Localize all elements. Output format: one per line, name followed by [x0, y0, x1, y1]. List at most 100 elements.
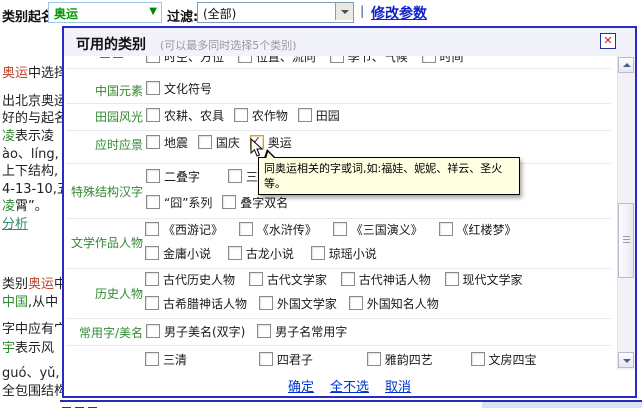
checkbox[interactable] — [367, 352, 381, 366]
category-option[interactable]: 古代文学家 — [249, 271, 327, 288]
category-option[interactable]: 季节、气候 — [330, 56, 408, 65]
scrollbar-track[interactable] — [617, 56, 635, 370]
category-option[interactable]: 外国知名人物 — [349, 295, 439, 312]
separator: | — [360, 4, 364, 18]
row-divider — [66, 218, 611, 219]
category-option[interactable]: 叠字双名 — [222, 194, 288, 211]
category-option[interactable]: 三清 — [145, 351, 187, 368]
row-label: 常用字/美名 — [64, 324, 143, 341]
background-text-line: 宇表示风 — [2, 337, 54, 356]
checkbox[interactable] — [259, 296, 273, 310]
edit-params-link[interactable]: 修改参数 — [371, 3, 427, 23]
category-option[interactable]: 时间 — [422, 56, 464, 65]
checkbox[interactable] — [349, 296, 363, 310]
background-link-text[interactable]: 分析 — [2, 213, 28, 232]
scrollbar-down-button[interactable] — [618, 352, 634, 368]
clipped-background-text — [62, 404, 101, 408]
category-option[interactable]: 地震 — [146, 134, 188, 151]
category-option[interactable]: 外国文学家 — [259, 295, 337, 312]
category-option[interactable]: 《西游记》 — [145, 221, 223, 238]
category-option[interactable]: “囧”系列 — [146, 194, 212, 211]
checkbox[interactable] — [228, 246, 242, 260]
checkbox[interactable] — [257, 324, 271, 338]
checkbox[interactable] — [145, 222, 159, 236]
background-text-line: 好的与起名 — [2, 107, 67, 126]
row-label: 文学作品人物 — [64, 234, 143, 251]
checkbox[interactable] — [333, 222, 347, 236]
close-icon[interactable] — [600, 33, 616, 49]
checkbox[interactable] — [145, 352, 159, 366]
checkbox[interactable] — [198, 135, 212, 149]
checkbox[interactable] — [146, 195, 160, 209]
checkbox[interactable] — [471, 352, 485, 366]
checkbox[interactable] — [445, 272, 459, 286]
category-option[interactable]: 《红楼梦》 — [439, 221, 517, 238]
checkbox[interactable] — [146, 135, 160, 149]
filter-select-value: (全部) — [203, 5, 236, 22]
checkbox[interactable] — [146, 108, 160, 122]
checkbox[interactable] — [145, 272, 159, 286]
available-categories-dialog: 可用的类别 (可以最多同时选择5个类别) 时空、方位 位置、流向 季节、气候 时… — [62, 26, 637, 398]
filter-label: 过滤: — [167, 6, 198, 25]
checkbox[interactable] — [222, 195, 236, 209]
category-option[interactable]: 现代文学家 — [445, 271, 523, 288]
ok-link[interactable]: 确定 — [288, 380, 314, 395]
row-divider — [66, 318, 611, 319]
checkbox[interactable] — [311, 246, 325, 260]
category-option[interactable]: 古龙小说 — [228, 245, 294, 262]
checkbox[interactable] — [146, 56, 160, 63]
category-option[interactable]: 文房四宝 — [471, 351, 537, 368]
category-option[interactable]: 雅韵四艺 — [367, 351, 433, 368]
category-option[interactable]: 二叠字 — [146, 168, 200, 185]
category-option[interactable]: 《三国演义》 — [333, 221, 423, 238]
category-option[interactable]: 《水浒传》 — [239, 221, 317, 238]
category-option[interactable]: 古代神话人物 — [341, 271, 431, 288]
row-divider — [66, 68, 611, 69]
mouse-cursor-icon — [250, 138, 264, 158]
checkbox[interactable] — [145, 296, 159, 310]
checkbox[interactable] — [341, 272, 355, 286]
category-option[interactable]: 农作物 — [234, 107, 288, 124]
checkbox[interactable] — [228, 169, 242, 183]
row-label: 田园风光 — [64, 108, 143, 125]
category-option[interactable]: 古希腊神话人物 — [145, 295, 247, 312]
category-option[interactable]: 田园 — [298, 107, 340, 124]
category-option[interactable]: 金庸小说 — [145, 245, 211, 262]
category-option[interactable]: 农耕、农具 — [146, 107, 224, 124]
scrollbar-up-button[interactable] — [618, 57, 634, 73]
dropdown-arrow-icon[interactable] — [335, 3, 353, 20]
checkbox[interactable] — [146, 324, 160, 338]
category-option[interactable]: 文化符号 — [146, 80, 212, 97]
category-option[interactable]: 男子美名(双字) — [146, 323, 245, 340]
checkbox[interactable] — [238, 56, 252, 63]
category-option[interactable]: 男子名常用字 — [257, 323, 347, 340]
category-row: “囧”系列 叠字双名 — [146, 194, 294, 211]
checkbox[interactable] — [234, 108, 248, 122]
checkbox[interactable] — [249, 272, 263, 286]
checkbox[interactable] — [239, 222, 253, 236]
cancel-link[interactable]: 取消 — [385, 380, 411, 395]
row-divider — [66, 103, 611, 104]
background-text-line: 上下结构, — [2, 160, 58, 179]
checkbox[interactable] — [145, 246, 159, 260]
deselect-all-link[interactable]: 全不选 — [330, 380, 369, 395]
category-scroll-area: 时空、方位 位置、流向 季节、气候 时间 中国元素 文化符号 田园风光 农耕、农… — [64, 56, 617, 370]
category-option[interactable]: 古代历史人物 — [145, 271, 235, 288]
checkbox[interactable] — [146, 169, 160, 183]
checkbox[interactable] — [146, 81, 160, 95]
scrollbar-thumb[interactable] — [618, 203, 634, 278]
category-dropdown[interactable]: 奥运 — [48, 2, 162, 23]
category-option[interactable]: 位置、流向 — [238, 56, 316, 65]
checkbox[interactable] — [298, 108, 312, 122]
checkbox[interactable] — [439, 222, 453, 236]
category-option[interactable]: 四君子 — [259, 351, 313, 368]
chevron-down-icon[interactable] — [149, 6, 157, 17]
category-option[interactable]: 时空、方位 — [146, 56, 224, 65]
category-option[interactable]: 国庆 — [198, 134, 240, 151]
filter-select[interactable]: (全部) — [197, 2, 354, 23]
checkbox[interactable] — [259, 352, 273, 366]
checkbox[interactable] — [422, 56, 436, 63]
category-option[interactable]: 琼瑶小说 — [311, 245, 377, 262]
checkbox[interactable] — [330, 56, 344, 63]
dialog-footer: 确定 全不选 取消 — [64, 376, 635, 395]
